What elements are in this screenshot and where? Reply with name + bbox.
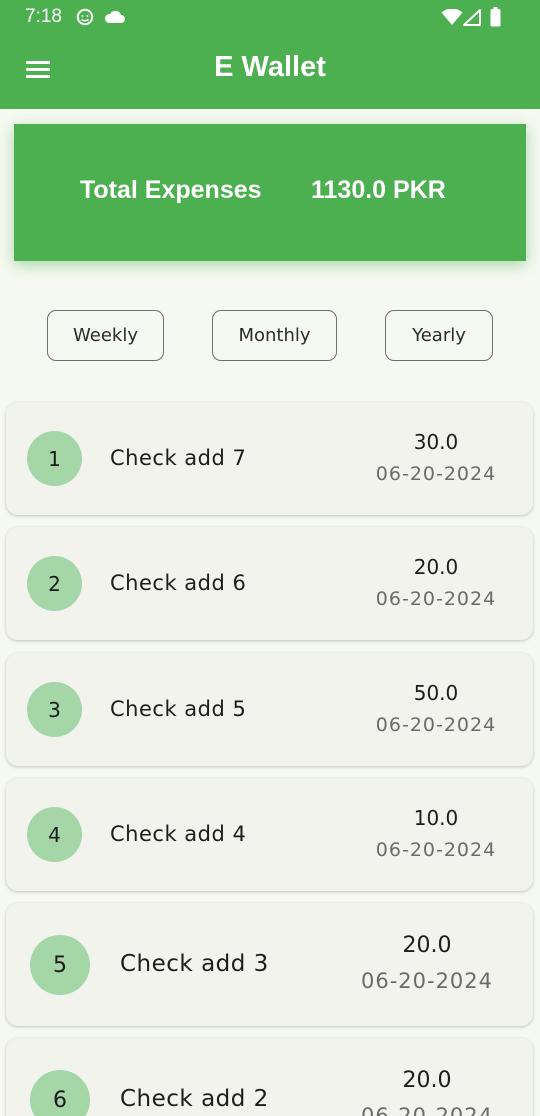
app-title: E Wallet	[214, 51, 326, 83]
expense-amount: 20.0	[413, 555, 459, 579]
expense-index-avatar: 6	[30, 1070, 90, 1116]
weekly-filter-button[interactable]: Weekly	[47, 310, 164, 361]
expense-date: 06-20-2024	[375, 588, 497, 610]
app-bar: E Wallet	[0, 34, 540, 109]
expense-index-avatar: 3	[27, 682, 82, 737]
total-expenses-label: Total Expenses	[80, 176, 262, 204]
expense-name: Check add 3	[120, 951, 269, 977]
face-icon	[76, 8, 94, 30]
expense-date: 06-20-2024	[360, 969, 494, 993]
expense-name: Check add 2	[120, 1086, 269, 1112]
expense-index-avatar: 5	[30, 935, 90, 995]
total-expenses-value: 1130.0 PKR	[311, 176, 446, 204]
expense-name: Check add 5	[110, 697, 247, 721]
expense-date: 06-20-2024	[375, 714, 497, 736]
expense-name: Check add 7	[110, 446, 247, 470]
expense-index-avatar: 4	[27, 807, 82, 862]
expense-name: Check add 4	[110, 822, 247, 846]
expense-date: 06-20-2024	[375, 463, 497, 485]
expense-amount: 20.0	[402, 933, 452, 958]
expense-list-item[interactable]: 6 Check add 2 20.0 06-20-2024	[6, 1038, 533, 1116]
expense-amount: 30.0	[413, 430, 459, 454]
expense-list-item[interactable]: 5 Check add 3 20.0 06-20-2024	[6, 903, 533, 1026]
yearly-filter-button[interactable]: Yearly	[385, 310, 493, 361]
expense-list-item[interactable]: 1 Check add 7 30.0 06-20-2024	[6, 402, 533, 515]
expense-amount: 10.0	[413, 806, 459, 830]
cloud-icon	[104, 9, 126, 29]
total-expenses-card: Total Expenses 1130.0 PKR	[14, 124, 526, 261]
expense-name: Check add 6	[110, 571, 247, 595]
expense-list-item[interactable]: 2 Check add 6 20.0 06-20-2024	[6, 527, 533, 640]
expense-index-avatar: 1	[27, 431, 82, 486]
expense-list-item[interactable]: 3 Check add 5 50.0 06-20-2024	[6, 653, 533, 766]
expense-date: 06-20-2024	[375, 839, 497, 861]
monthly-filter-button[interactable]: Monthly	[212, 310, 337, 361]
signal-icon	[463, 9, 481, 30]
expense-amount: 50.0	[413, 681, 459, 705]
screen: 7:18 E Wallet Total Expenses 1130.0 PKR …	[0, 0, 540, 1116]
expense-amount: 20.0	[402, 1068, 452, 1093]
expense-date: 06-20-2024	[360, 1104, 494, 1116]
expense-index-avatar: 2	[27, 556, 82, 611]
app-header: 7:18 E Wallet	[0, 0, 540, 109]
wifi-icon	[441, 8, 463, 30]
expense-list-item[interactable]: 4 Check add 4 10.0 06-20-2024	[6, 778, 533, 891]
status-time: 7:18	[25, 6, 62, 27]
status-bar: 7:18	[0, 0, 540, 34]
battery-icon	[490, 7, 501, 31]
